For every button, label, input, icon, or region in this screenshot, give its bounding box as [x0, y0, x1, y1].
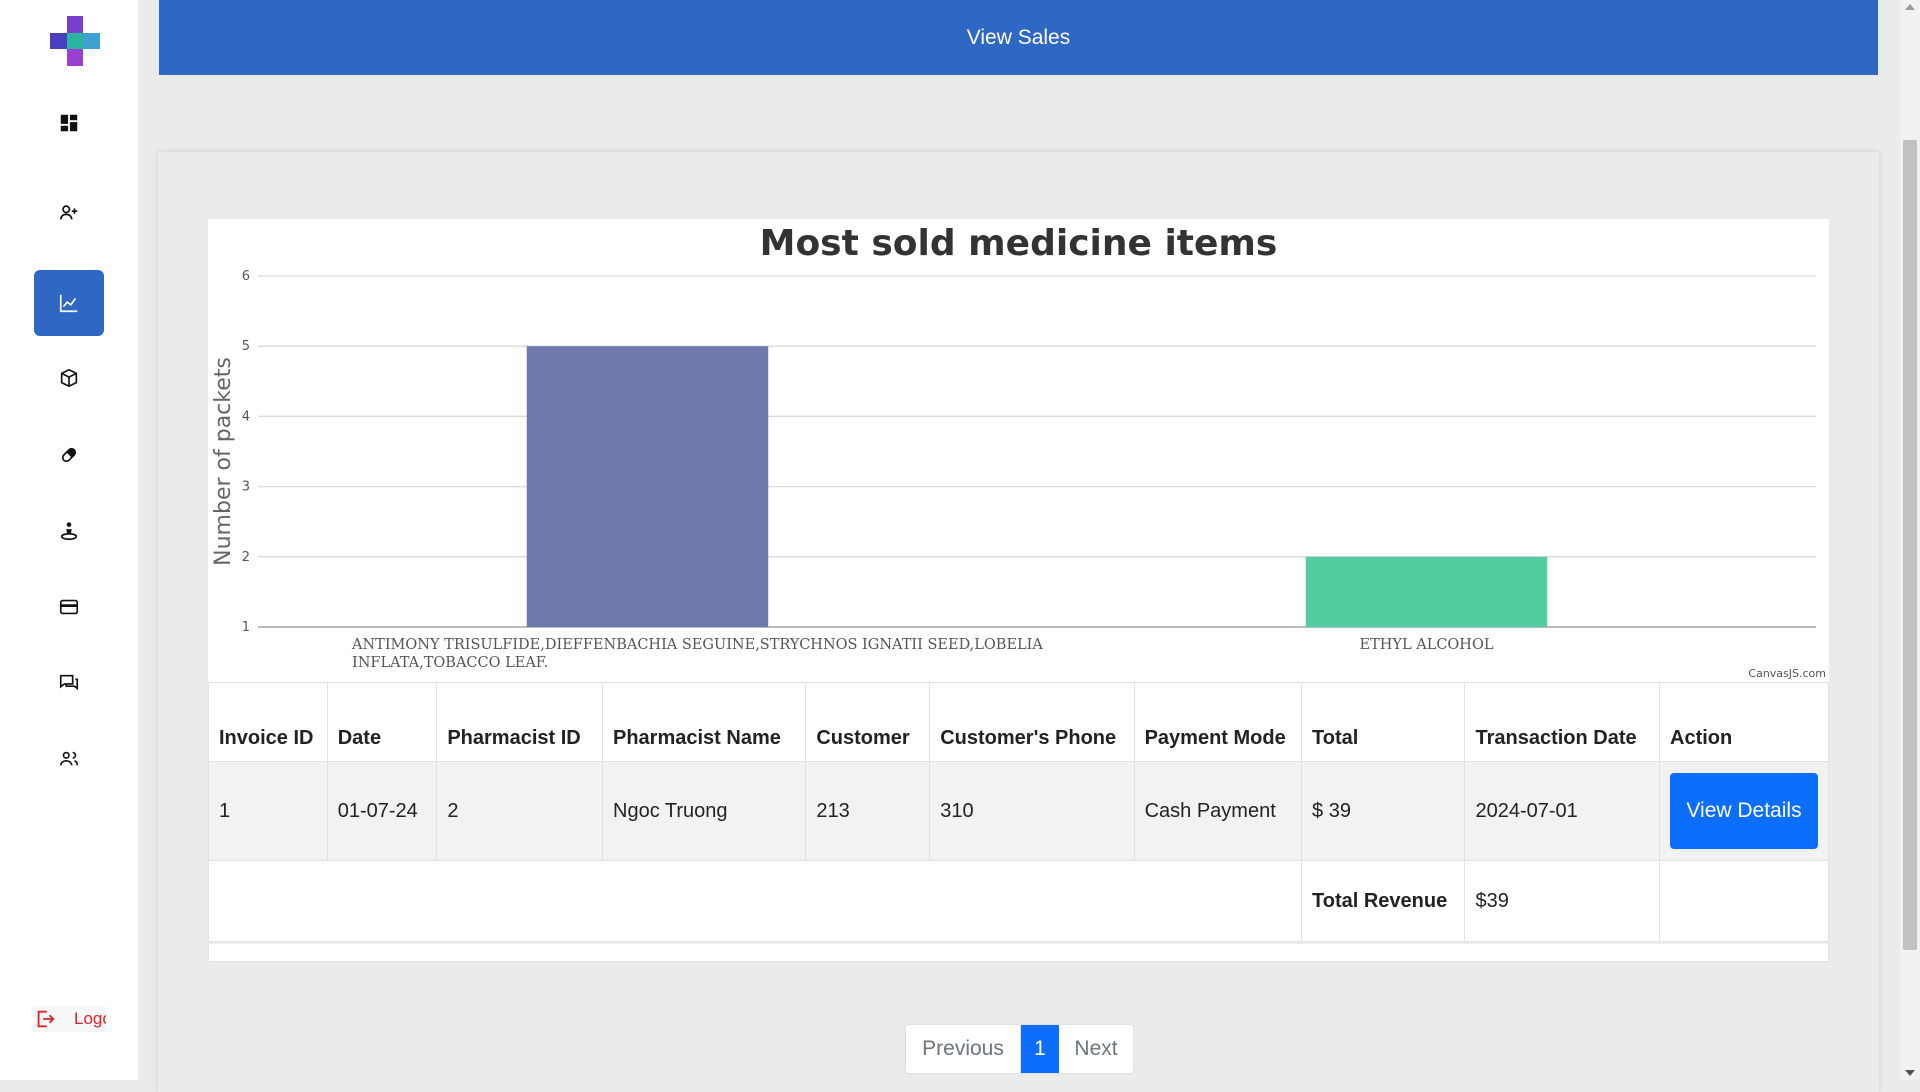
logout-icon — [37, 1010, 55, 1028]
app-logo — [50, 16, 100, 66]
table-footer — [208, 944, 1829, 962]
cell-pharmacist-id: 2 — [436, 761, 603, 861]
user-plus-icon — [59, 205, 78, 220]
chat-icon — [59, 674, 79, 691]
y-tick-label: 4 — [242, 409, 250, 424]
view-details-button[interactable]: View Details — [1670, 773, 1818, 849]
dashboard-icon — [60, 114, 78, 132]
previous-page-button[interactable]: Previous — [906, 1025, 1021, 1073]
users-icon — [59, 751, 79, 766]
scroll-up-icon[interactable] — [1905, 4, 1915, 10]
table-header-row: Invoice ID Date Pharmacist ID Pharmacist… — [208, 682, 1829, 762]
x-tick-label: ANTIMONY TRISULFIDE,DIEFFENBACHIA SEGUIN… — [351, 637, 1043, 653]
header-pharmacist-id: Pharmacist ID — [436, 682, 603, 762]
cell-customer: 213 — [805, 761, 931, 861]
sidebar: Logout — [0, 0, 138, 1080]
y-tick-label: 2 — [242, 550, 250, 565]
scrollbar[interactable] — [1900, 0, 1920, 1080]
sidebar-item-inventory[interactable] — [34, 345, 104, 411]
total-spacer — [207, 860, 1303, 942]
header-customer: Customer — [805, 682, 931, 762]
sidebar-item-users[interactable] — [34, 726, 104, 792]
sales-table: Invoice ID Date Pharmacist ID Pharmacist… — [207, 682, 1829, 942]
credit-card-icon — [59, 599, 79, 615]
cell-action: View Details — [1659, 761, 1829, 861]
y-tick-label: 3 — [242, 480, 250, 495]
cell-transaction-date: 2024-07-01 — [1464, 761, 1660, 861]
chart-line-icon — [59, 294, 78, 313]
cell-customer-phone: 310 — [929, 761, 1135, 861]
x-tick-label: ETHYL ALCOHOL — [1360, 637, 1494, 653]
cell-payment-mode: Cash Payment — [1133, 761, 1303, 861]
total-revenue-label: Total Revenue — [1301, 860, 1466, 942]
y-tick-label: 6 — [242, 269, 250, 284]
page-header: View Sales — [159, 0, 1878, 75]
page-1-button[interactable]: 1 — [1021, 1025, 1059, 1073]
chart-credit[interactable]: CanvasJS.com — [1748, 667, 1826, 680]
bar-chart: 1 2 3 4 5 6 Number of packets ANTIMONY TRISULFI… — [211, 269, 1816, 671]
pagination: Previous 1 Next — [905, 1024, 1134, 1074]
scroll-down-icon[interactable] — [1905, 1070, 1915, 1076]
cell-invoice-id: 1 — [208, 761, 328, 861]
header-total: Total — [1301, 682, 1466, 762]
chart-bar — [1305, 556, 1548, 627]
cell-total: $ 39 — [1301, 761, 1466, 861]
sidebar-item-payment[interactable] — [34, 574, 104, 640]
sidebar-item-supplier[interactable] — [34, 498, 104, 564]
sidebar-item-add-user[interactable] — [34, 180, 104, 246]
sidebar-item-sales[interactable] — [34, 270, 104, 336]
header-action: Action — [1659, 682, 1829, 762]
total-empty-cell — [1659, 860, 1829, 942]
logout-label: Logout — [74, 1009, 106, 1028]
pill-icon — [61, 447, 77, 463]
chart-container: Most sold medicine items 1 2 3 4 5 6 Number of… — [208, 219, 1829, 682]
person-icon — [60, 522, 78, 541]
y-axis-label: Number of packets — [211, 357, 236, 566]
table-row: 1 01-07-24 2 Ngoc Truong 213 310 Cash Pa… — [208, 761, 1829, 861]
scrollbar-thumb[interactable] — [1903, 140, 1917, 950]
sidebar-item-messages[interactable] — [34, 650, 104, 716]
header-date: Date — [326, 682, 438, 762]
header-payment-mode: Payment Mode — [1133, 682, 1303, 762]
total-revenue-value: $39 — [1464, 860, 1660, 942]
logout-button[interactable]: Logout — [34, 1006, 106, 1032]
page-title: View Sales — [966, 25, 1071, 49]
sidebar-item-medicine[interactable] — [34, 422, 104, 488]
x-tick-label: INFLATA,TOBACCO LEAF. — [352, 655, 548, 671]
y-tick-label: 5 — [242, 339, 250, 354]
header-transaction-date: Transaction Date — [1464, 682, 1660, 762]
header-pharmacist-name: Pharmacist Name — [601, 682, 807, 762]
next-page-button[interactable]: Next — [1059, 1025, 1133, 1073]
box-icon — [60, 368, 78, 388]
total-revenue-row: Total Revenue $39 — [207, 860, 1829, 942]
cell-date: 01-07-24 — [326, 761, 438, 861]
chart-bar — [526, 346, 769, 627]
header-invoice-id: Invoice ID — [208, 682, 328, 762]
cell-pharmacist-name: Ngoc Truong — [601, 761, 807, 861]
header-customer-phone: Customer's Phone — [929, 682, 1135, 762]
y-tick-label: 1 — [242, 620, 250, 635]
sidebar-item-dashboard[interactable] — [34, 90, 104, 156]
